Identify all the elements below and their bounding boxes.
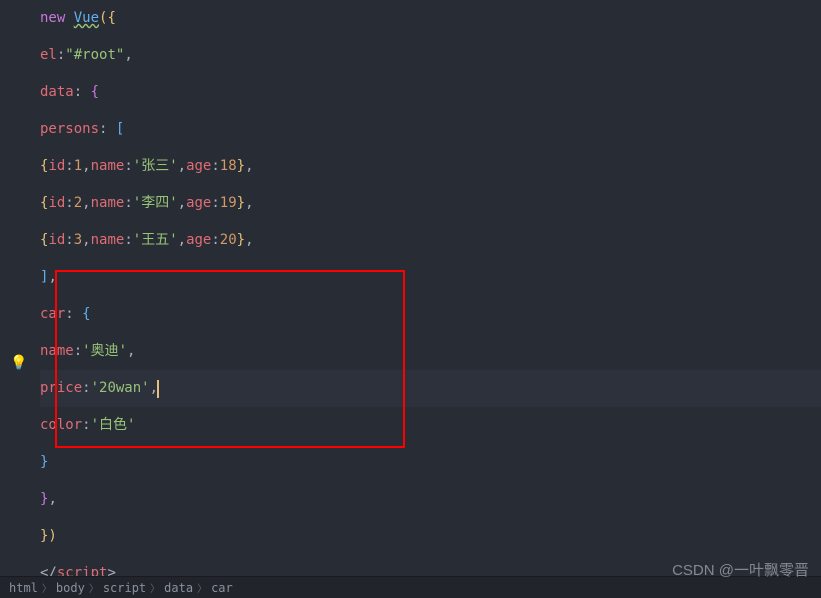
watermark-text: CSDN @一叶飘零晋 bbox=[672, 559, 809, 580]
code-line[interactable]: } bbox=[40, 444, 821, 481]
string: '白色' bbox=[91, 407, 136, 444]
code-line[interactable]: {id:3,name:'王五',age:20}, bbox=[40, 222, 821, 259]
code-line[interactable]: {id:1,name:'张三',age:18}, bbox=[40, 148, 821, 185]
property: age bbox=[186, 222, 211, 259]
string: '奥迪' bbox=[82, 333, 127, 370]
brace: { bbox=[40, 222, 48, 259]
string: '20wan' bbox=[91, 370, 150, 407]
breadcrumb-item[interactable]: car bbox=[207, 581, 237, 595]
string: '张三' bbox=[133, 148, 178, 185]
lightbulb-icon[interactable]: 💡 bbox=[10, 355, 27, 371]
number: 19 bbox=[220, 185, 237, 222]
text-cursor bbox=[157, 380, 159, 398]
string: '王五' bbox=[133, 222, 178, 259]
brace: }) bbox=[40, 518, 57, 555]
number: 20 bbox=[220, 222, 237, 259]
property: name bbox=[91, 222, 125, 259]
breadcrumb-item[interactable]: body bbox=[52, 581, 89, 595]
brace: } bbox=[237, 222, 245, 259]
number: 2 bbox=[74, 185, 82, 222]
number: 1 bbox=[74, 148, 82, 185]
code-line[interactable]: persons: [ bbox=[40, 111, 821, 148]
code-line[interactable]: color:'白色' bbox=[40, 407, 821, 444]
code-line[interactable]: {id:2,name:'李四',age:19}, bbox=[40, 185, 821, 222]
breadcrumb-item[interactable]: script bbox=[99, 581, 150, 595]
breadcrumb-item[interactable]: html bbox=[5, 581, 42, 595]
brace: { bbox=[40, 148, 48, 185]
class-name: Vue bbox=[74, 0, 99, 37]
code-line[interactable]: new Vue({ bbox=[40, 0, 821, 37]
chevron-right-icon: 〉 bbox=[89, 580, 99, 595]
property: id bbox=[48, 148, 65, 185]
punctuation: ({ bbox=[99, 0, 116, 37]
code-line[interactable]: }, bbox=[40, 481, 821, 518]
bracket: ] bbox=[40, 259, 48, 296]
property: data bbox=[40, 74, 74, 111]
brace: } bbox=[237, 148, 245, 185]
chevron-right-icon: 〉 bbox=[197, 580, 207, 595]
number: 3 bbox=[74, 222, 82, 259]
code-line[interactable]: }) bbox=[40, 518, 821, 555]
code-line[interactable]: el:"#root", bbox=[40, 37, 821, 74]
code-line-active[interactable]: price:'20wan', bbox=[40, 370, 821, 407]
property: name bbox=[91, 185, 125, 222]
brace: { bbox=[91, 74, 99, 111]
property: age bbox=[186, 148, 211, 185]
property: el bbox=[40, 37, 57, 74]
code-editor[interactable]: new Vue({ el:"#root", data: { persons: [… bbox=[0, 0, 821, 592]
code-line[interactable]: name:'奥迪', bbox=[40, 333, 821, 370]
code-line[interactable]: car: { bbox=[40, 296, 821, 333]
string: "#root" bbox=[65, 37, 124, 74]
punctuation: : bbox=[57, 37, 65, 74]
brace: } bbox=[40, 444, 48, 481]
property: price bbox=[40, 370, 82, 407]
code-line[interactable]: ], bbox=[40, 259, 821, 296]
property: car bbox=[40, 296, 65, 333]
code-line[interactable]: data: { bbox=[40, 74, 821, 111]
keyword: new bbox=[40, 0, 74, 37]
breadcrumb-item[interactable]: data bbox=[160, 581, 197, 595]
number: 18 bbox=[220, 148, 237, 185]
punctuation: : bbox=[99, 111, 116, 148]
editor-gutter: 💡 bbox=[0, 0, 35, 598]
string: '李四' bbox=[133, 185, 178, 222]
brace: } bbox=[237, 185, 245, 222]
chevron-right-icon: 〉 bbox=[150, 580, 160, 595]
property: age bbox=[186, 185, 211, 222]
punctuation: : bbox=[74, 74, 91, 111]
brace: { bbox=[40, 185, 48, 222]
brace: { bbox=[82, 296, 90, 333]
brace: } bbox=[40, 481, 48, 518]
property: name bbox=[40, 333, 74, 370]
chevron-right-icon: 〉 bbox=[42, 580, 52, 595]
bracket: [ bbox=[116, 111, 124, 148]
property: name bbox=[91, 148, 125, 185]
property: color bbox=[40, 407, 82, 444]
punctuation: , bbox=[124, 37, 132, 74]
property: id bbox=[48, 222, 65, 259]
property: persons bbox=[40, 111, 99, 148]
property: id bbox=[48, 185, 65, 222]
